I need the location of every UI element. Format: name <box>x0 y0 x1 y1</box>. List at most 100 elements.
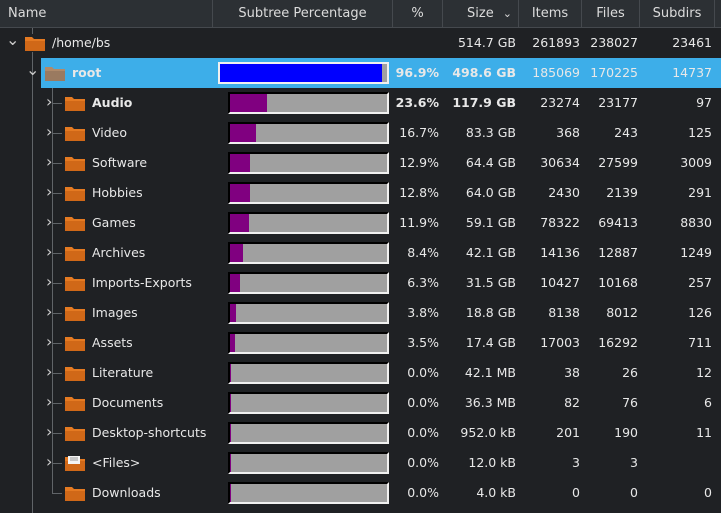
folder-icon <box>65 487 85 501</box>
tree-row[interactable]: › <Files> 0.0% 12.0 kB 3 3 <box>0 448 721 478</box>
row-percent: 0.0% <box>407 485 439 500</box>
row-files: 16292 <box>598 335 638 350</box>
folder-icon <box>65 397 85 411</box>
header-subdirs[interactable]: Subdirs <box>640 0 715 27</box>
subtree-percentage-bar <box>228 92 389 114</box>
row-name: Documents <box>92 395 164 410</box>
row-files: 243 <box>614 125 638 140</box>
header-items[interactable]: Items <box>519 0 582 27</box>
chevron-right-icon[interactable]: › <box>46 212 52 231</box>
tree-row[interactable]: › Literature 0.0% 42.1 MB 38 26 12 <box>0 358 721 388</box>
row-percent: 11.9% <box>399 215 439 230</box>
chevron-right-icon[interactable]: › <box>46 152 52 171</box>
subtree-percentage-bar <box>228 332 389 354</box>
row-name: /home/bs <box>52 35 111 50</box>
row-items: 0 <box>572 485 580 500</box>
chevron-right-icon[interactable]: › <box>46 182 52 201</box>
folder-icon <box>65 127 85 141</box>
tree-line <box>52 433 62 434</box>
tree-row[interactable]: › Archives 8.4% 42.1 GB 14136 12887 1249 <box>0 238 721 268</box>
row-percent: 3.5% <box>407 335 439 350</box>
row-subdirs: 291 <box>688 185 712 200</box>
tree-row[interactable]: Downloads 0.0% 4.0 kB 0 0 0 <box>0 478 721 508</box>
row-subdirs: 126 <box>688 305 712 320</box>
tree-line <box>52 223 62 224</box>
tree-row[interactable]: › Images 3.8% 18.8 GB 8138 8012 126 <box>0 298 721 328</box>
folder-icon <box>25 37 45 51</box>
subtree-percentage-bar <box>228 212 389 234</box>
subtree-percentage-bar <box>228 122 389 144</box>
row-size: 4.0 kB <box>476 485 516 500</box>
tree-row[interactable]: › Assets 3.5% 17.4 GB 17003 16292 711 <box>0 328 721 358</box>
row-items: 38 <box>564 365 580 380</box>
row-percent: 0.0% <box>407 365 439 380</box>
row-items: 3 <box>572 455 580 470</box>
tree-row[interactable]: ⌄ /home/bs 514.7 GB 261893 238027 23461 <box>0 28 721 58</box>
row-percent: 16.7% <box>399 125 439 140</box>
row-items: 23274 <box>540 95 580 110</box>
tree-row[interactable]: › Desktop-shortcuts 0.0% 952.0 kB 201 190 11 <box>0 418 721 448</box>
row-name: Desktop-shortcuts <box>92 425 207 440</box>
chevron-right-icon[interactable]: › <box>46 122 52 141</box>
tree-row[interactable]: ⌄ root 96.9% 498.6 GB 185069 170225 14737 <box>0 58 721 88</box>
files-folder-icon <box>65 456 85 471</box>
chevron-right-icon[interactable]: › <box>46 422 52 441</box>
chevron-right-icon[interactable]: › <box>46 362 52 381</box>
row-files: 76 <box>622 395 638 410</box>
row-size: 514.7 GB <box>457 35 516 50</box>
row-size: 42.1 MB <box>464 365 516 380</box>
chevron-right-icon[interactable]: › <box>46 302 52 321</box>
row-percent: 8.4% <box>407 245 439 260</box>
row-items: 261893 <box>532 35 580 50</box>
header-name[interactable]: Name <box>0 0 213 27</box>
row-name: Video <box>92 125 128 140</box>
chevron-down-icon[interactable]: ⌄ <box>6 30 19 49</box>
row-items: 368 <box>556 125 580 140</box>
chevron-right-icon[interactable]: › <box>46 392 52 411</box>
row-name: Archives <box>92 245 146 260</box>
chevron-right-icon[interactable]: › <box>46 332 52 351</box>
header-files[interactable]: Files <box>582 0 640 27</box>
row-files: 12887 <box>598 245 638 260</box>
subtree-percentage-bar <box>228 362 389 384</box>
row-subdirs: 23461 <box>672 35 712 50</box>
row-subdirs: 6 <box>704 395 712 410</box>
tree-line <box>52 373 62 374</box>
row-subdirs: 125 <box>688 125 712 140</box>
tree-row[interactable]: › Documents 0.0% 36.3 MB 82 76 6 <box>0 388 721 418</box>
tree-line <box>52 253 62 254</box>
row-size: 117.9 GB <box>452 95 516 110</box>
tree-row[interactable]: › Video 16.7% 83.3 GB 368 243 125 <box>0 118 721 148</box>
header-subtree-percentage[interactable]: Subtree Percentage <box>213 0 393 27</box>
bar-fill <box>230 184 251 202</box>
chevron-down-icon[interactable]: ⌄ <box>26 60 39 79</box>
bar-fill <box>230 304 236 322</box>
row-name: Imports-Exports <box>92 275 192 290</box>
row-size: 952.0 kB <box>460 425 516 440</box>
chevron-right-icon[interactable]: › <box>46 272 52 291</box>
row-size: 498.6 GB <box>452 65 516 80</box>
row-name: <Files> <box>92 455 141 470</box>
tree-row[interactable]: › Games 11.9% 59.1 GB 78322 69413 8830 <box>0 208 721 238</box>
header-percent[interactable]: % <box>393 0 443 27</box>
bar-fill <box>230 334 236 352</box>
header-size[interactable]: Size ⌄ <box>443 0 519 27</box>
tree-row[interactable]: › Software 12.9% 64.4 GB 30634 27599 3009 <box>0 148 721 178</box>
tree-row[interactable]: › Audio 23.6% 117.9 GB 23274 23177 97 <box>0 88 721 118</box>
subtree-percentage-bar <box>228 182 389 204</box>
chevron-right-icon[interactable]: › <box>46 92 52 111</box>
bar-fill <box>230 124 257 142</box>
chevron-right-icon[interactable]: › <box>46 452 52 471</box>
row-files: 27599 <box>598 155 638 170</box>
bar-fill <box>230 214 249 232</box>
bar-fill <box>230 274 240 292</box>
row-items: 8138 <box>548 305 580 320</box>
column-header: Name Subtree Percentage % Size ⌄ Items Fi… <box>0 0 721 28</box>
tree-row[interactable]: › Hobbies 12.8% 64.0 GB 2430 2139 291 <box>0 178 721 208</box>
tree-line <box>52 163 62 164</box>
bar-fill <box>230 244 244 262</box>
subtree-percentage-bar <box>228 242 389 264</box>
folder-icon <box>65 187 85 201</box>
tree-row[interactable]: › Imports-Exports 6.3% 31.5 GB 10427 10168 257 <box>0 268 721 298</box>
chevron-right-icon[interactable]: › <box>46 242 52 261</box>
